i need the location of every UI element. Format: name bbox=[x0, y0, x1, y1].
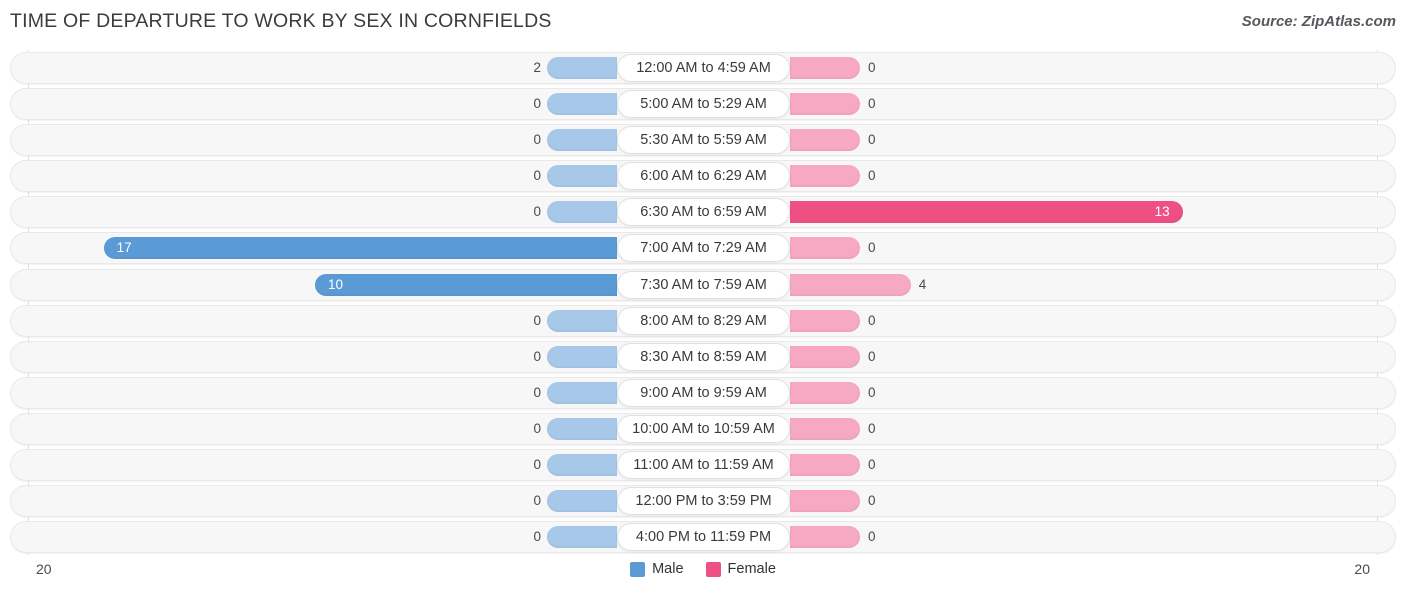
chart-row[interactable]: 0 0 6:00 AM to 6:29 AM bbox=[0, 158, 1406, 194]
value-male: 0 bbox=[533, 168, 541, 184]
bar-male[interactable] bbox=[547, 129, 617, 152]
row-category-label: 4:00 PM to 11:59 PM bbox=[617, 523, 790, 552]
value-male: 0 bbox=[533, 312, 541, 328]
chart-row[interactable]: 0 0 10:00 AM to 10:59 AM bbox=[0, 411, 1406, 447]
row-category-label: 6:00 AM to 6:29 AM bbox=[617, 162, 790, 191]
value-female: 0 bbox=[868, 493, 876, 509]
value-female: 0 bbox=[868, 240, 876, 256]
page-title: TIME OF DEPARTURE TO WORK BY SEX IN CORN… bbox=[10, 10, 552, 32]
bar-female[interactable] bbox=[790, 381, 860, 404]
value-male: 0 bbox=[533, 132, 541, 148]
value-male: 0 bbox=[533, 384, 541, 400]
bar-female[interactable] bbox=[790, 454, 860, 477]
value-male: 0 bbox=[533, 348, 541, 364]
chart-rows: 2 0 12:00 AM to 4:59 AM 0 0 5:00 AM to 5:29 A… bbox=[0, 50, 1406, 555]
value-female: 0 bbox=[868, 457, 876, 473]
row-category-label: 11:00 AM to 11:59 AM bbox=[617, 451, 790, 480]
value-male: 10 bbox=[328, 276, 344, 292]
row-category-label: 8:00 AM to 8:29 AM bbox=[617, 306, 790, 335]
row-category-label: 5:30 AM to 5:59 AM bbox=[617, 126, 790, 155]
chart-row[interactable]: 2 0 12:00 AM to 4:59 AM bbox=[0, 50, 1406, 86]
value-female: 0 bbox=[868, 529, 876, 545]
value-male: 0 bbox=[533, 420, 541, 436]
chart-row[interactable]: 0 0 8:30 AM to 8:59 AM bbox=[0, 339, 1406, 375]
value-male: 17 bbox=[116, 240, 132, 256]
bar-male[interactable] bbox=[547, 345, 617, 368]
value-female: 0 bbox=[868, 60, 876, 75]
bar-female[interactable] bbox=[790, 345, 860, 368]
source-attribution: Source: ZipAtlas.com bbox=[1241, 13, 1396, 30]
bar-male[interactable] bbox=[315, 273, 617, 296]
value-female: 13 bbox=[1154, 204, 1170, 220]
chart-legend: Male Female bbox=[0, 561, 1406, 577]
value-female: 0 bbox=[868, 348, 876, 364]
bar-male[interactable] bbox=[547, 454, 617, 477]
value-female: 0 bbox=[868, 312, 876, 328]
value-male: 0 bbox=[533, 457, 541, 473]
value-male: 0 bbox=[533, 493, 541, 509]
legend-label-male: Male bbox=[652, 561, 684, 577]
legend-label-female: Female bbox=[727, 561, 776, 577]
chart-row[interactable]: 0 0 11:00 AM to 11:59 AM bbox=[0, 447, 1406, 483]
bar-female[interactable] bbox=[790, 526, 860, 549]
chart-row[interactable]: 0 13 6:30 AM to 6:59 AM bbox=[0, 194, 1406, 230]
row-category-label: 9:00 AM to 9:59 AM bbox=[617, 378, 790, 407]
chart-row[interactable]: 10 4 7:30 AM to 7:59 AM bbox=[0, 267, 1406, 303]
bar-female[interactable] bbox=[790, 165, 860, 188]
value-male: 0 bbox=[533, 204, 541, 220]
legend-item-male[interactable]: Male bbox=[630, 561, 684, 577]
chart-row[interactable]: 0 0 5:00 AM to 5:29 AM bbox=[0, 86, 1406, 122]
bar-female[interactable] bbox=[790, 57, 860, 79]
bar-male[interactable] bbox=[547, 93, 617, 116]
row-category-label: 8:30 AM to 8:59 AM bbox=[617, 342, 790, 371]
bar-male[interactable] bbox=[547, 381, 617, 404]
bar-female[interactable] bbox=[790, 93, 860, 116]
bar-male[interactable] bbox=[547, 490, 617, 513]
bar-male[interactable] bbox=[547, 526, 617, 549]
row-category-label: 5:00 AM to 5:29 AM bbox=[617, 90, 790, 119]
value-female: 4 bbox=[918, 276, 927, 292]
row-category-label: 7:00 AM to 7:29 AM bbox=[617, 234, 790, 263]
row-category-label: 12:00 AM to 4:59 AM bbox=[617, 54, 790, 82]
chart-row[interactable]: 0 0 12:00 PM to 3:59 PM bbox=[0, 483, 1406, 519]
legend-swatch-male-icon bbox=[630, 561, 646, 577]
bar-female[interactable] bbox=[790, 237, 860, 260]
bar-female[interactable] bbox=[790, 417, 860, 440]
value-female: 0 bbox=[868, 384, 876, 400]
bar-female[interactable] bbox=[790, 309, 860, 332]
value-female: 0 bbox=[868, 96, 876, 112]
value-female: 0 bbox=[868, 132, 876, 148]
bar-female[interactable] bbox=[790, 273, 911, 296]
chart-plot-area: 2 0 12:00 AM to 4:59 AM 0 0 5:00 AM to 5:29 A… bbox=[0, 50, 1406, 555]
chart-row[interactable]: 0 0 5:30 AM to 5:59 AM bbox=[0, 122, 1406, 158]
row-category-label: 7:30 AM to 7:59 AM bbox=[617, 270, 790, 299]
value-male: 0 bbox=[533, 96, 541, 112]
bar-male[interactable] bbox=[547, 165, 617, 188]
chart-footer: 20 20 Male Female bbox=[0, 556, 1406, 595]
chart-header: TIME OF DEPARTURE TO WORK BY SEX IN CORN… bbox=[0, 0, 1406, 44]
row-category-label: 6:30 AM to 6:59 AM bbox=[617, 198, 790, 227]
bar-male[interactable] bbox=[547, 417, 617, 440]
bar-female[interactable] bbox=[790, 201, 1183, 224]
legend-swatch-female-icon bbox=[705, 561, 721, 577]
bar-female[interactable] bbox=[790, 129, 860, 152]
chart-row[interactable]: 0 0 8:00 AM to 8:29 AM bbox=[0, 303, 1406, 339]
bar-male[interactable] bbox=[103, 237, 617, 260]
row-category-label: 10:00 AM to 10:59 AM bbox=[617, 414, 790, 443]
legend-item-female[interactable]: Female bbox=[705, 561, 776, 577]
bar-male[interactable] bbox=[547, 201, 617, 224]
value-male: 0 bbox=[533, 529, 541, 545]
value-male: 2 bbox=[533, 60, 541, 75]
bar-male[interactable] bbox=[547, 57, 617, 79]
chart-row[interactable]: 0 0 9:00 AM to 9:59 AM bbox=[0, 375, 1406, 411]
row-category-label: 12:00 PM to 3:59 PM bbox=[617, 487, 790, 516]
bar-male[interactable] bbox=[547, 309, 617, 332]
value-female: 0 bbox=[868, 420, 876, 436]
chart-row[interactable]: 0 0 4:00 PM to 11:59 PM bbox=[0, 519, 1406, 555]
chart-row[interactable]: 17 0 7:00 AM to 7:29 AM bbox=[0, 230, 1406, 266]
bar-female[interactable] bbox=[790, 490, 860, 513]
value-female: 0 bbox=[868, 168, 876, 184]
